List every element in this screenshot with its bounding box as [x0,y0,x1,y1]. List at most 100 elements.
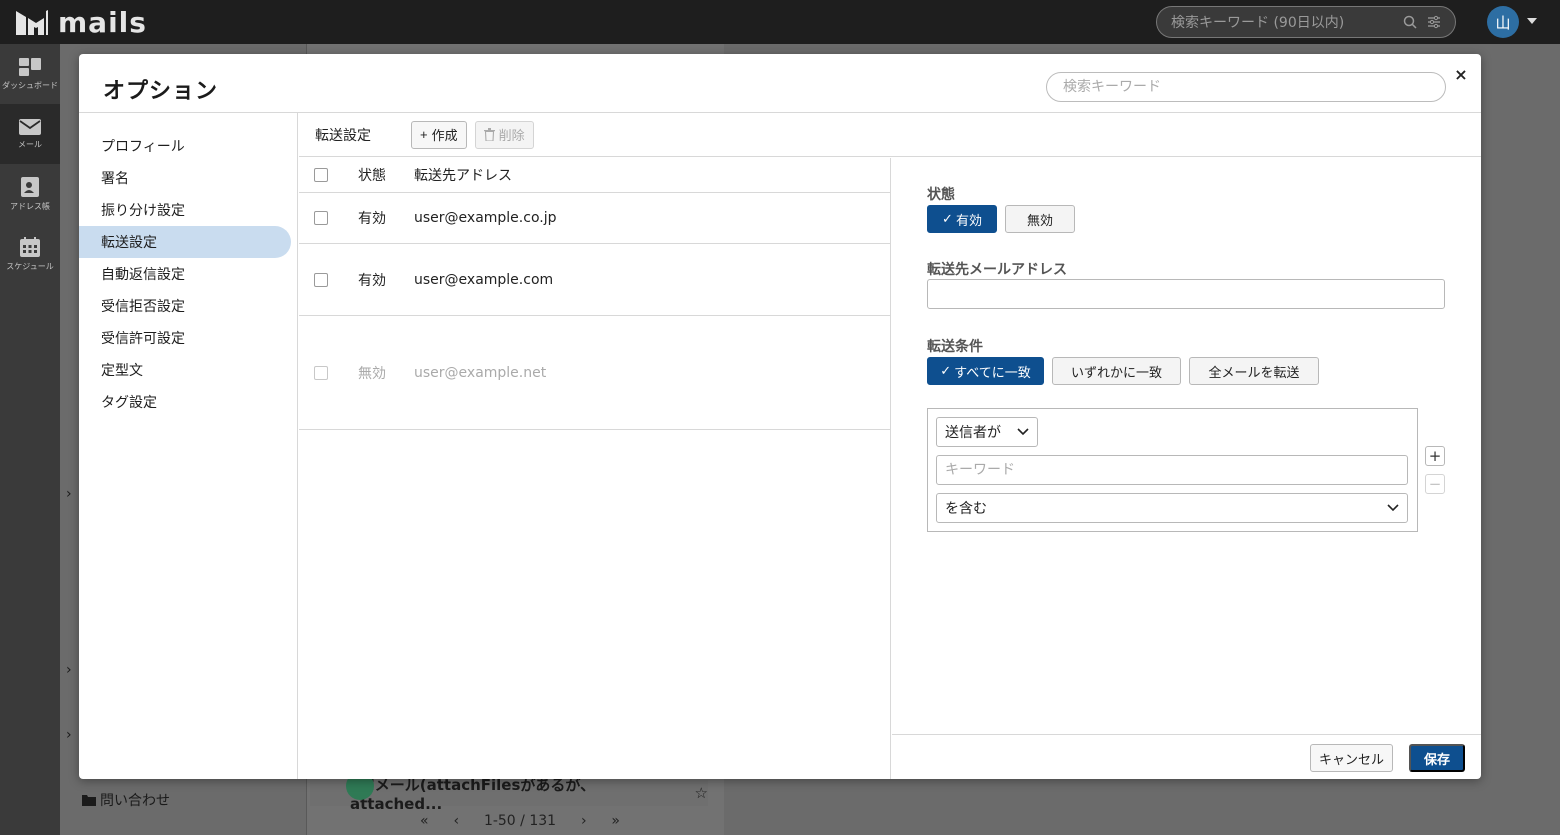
row-status: 無効 [358,365,386,382]
app-logo[interactable]: mails [16,6,147,39]
nav-item-sorting[interactable]: 振り分け設定 [79,194,291,226]
plus-icon: + [420,127,428,142]
status-on-label: 有効 [955,212,982,228]
logo-mark-icon [16,10,48,35]
search-icon[interactable] [1403,15,1417,29]
rail-label: スケジュール [6,261,54,271]
condition-forward-all-button[interactable]: 全メールを転送 [1189,357,1319,385]
list-header: 状態 転送先アドレス [299,158,890,193]
cancel-button[interactable]: キャンセル [1310,744,1393,772]
rule-field-select[interactable]: 送信者が [936,417,1038,447]
star-icon: ☆ [694,784,708,802]
chevron-down-icon [1017,428,1029,436]
status-toggle: ✓ 有効 無効 [927,205,1075,233]
rail-label: ダッシュボード [2,80,58,90]
forward-address-field[interactable] [927,279,1445,309]
row-address: user@example.com [414,271,554,288]
add-rule-button[interactable]: + [1425,446,1445,466]
left-rail: ダッシュボード メール アドレス帳 スケジュール [0,44,60,835]
rail-item-dashboard[interactable]: ダッシュボード [0,44,60,104]
forward-address-label: 転送先メールアドレス [927,262,1067,278]
row-status: 有効 [358,211,386,227]
global-search-input[interactable]: 検索キーワード (90日以内) [1156,6,1456,38]
rail-label: メール [18,139,42,149]
background-mail-row: cidメール(attachFilesがあるが、attached... ☆ [310,772,708,813]
options-search-input[interactable] [1046,72,1446,102]
page-range: 1-50 / 131 [483,813,557,829]
address-column-header: 転送先アドレス [414,168,512,184]
options-nav: プロフィール 署名 振り分け設定 転送設定 自動返信設定 受信拒否設定 受信許可… [79,113,298,779]
chevron-down-icon[interactable] [1527,18,1537,24]
user-avatar[interactable]: 山 [1487,6,1519,38]
save-button[interactable]: 保存 [1409,744,1465,772]
condition-any-button[interactable]: いずれかに一致 [1052,357,1181,385]
nav-item-forwarding[interactable]: 転送設定 [79,226,291,258]
rule-operator-value: を含む [945,501,987,517]
folder-icon [82,795,96,806]
condition-all-button[interactable]: ✓ すべてに一致 [927,357,1044,385]
dialog-title: オプション [103,79,219,104]
rail-item-address-book[interactable]: アドレス帳 [0,164,60,224]
row-address: user@example.co.jp [414,210,557,226]
check-icon: ✓ [940,363,952,378]
list-row[interactable]: 有効 user@example.co.jp [299,193,890,244]
rail-label: アドレス帳 [10,201,50,211]
background-folder: 問い合わせ [82,790,170,810]
row-address: user@example.net [414,364,547,381]
row-checkbox[interactable] [314,365,328,380]
create-label: 作成 [431,128,458,143]
row-checkbox[interactable] [314,272,328,287]
close-icon[interactable]: × [1451,64,1471,84]
section-title: 転送設定 [315,127,371,144]
chevron-right-icon: › [66,727,72,743]
nav-item-templates[interactable]: 定型文 [79,354,291,386]
top-bar: mails 検索キーワード (90日以内) 山 [0,0,1560,44]
check-icon: ✓ [942,211,953,226]
rail-item-schedule[interactable]: スケジュール [0,224,60,284]
status-label: 状態 [927,187,955,203]
rule-field-value: 送信者が [945,425,1001,441]
create-button[interactable]: + 作成 [411,120,467,149]
nav-item-block[interactable]: 受信拒否設定 [79,290,291,322]
address-book-icon [21,176,39,197]
next-page-icon: › [580,813,587,829]
forwarding-detail: 状態 ✓ 有効 無効 転送先メールアドレス 転送条件 ✓ すべてに一致 いずれか… [892,158,1481,779]
condition-all-label: すべてに一致 [954,364,1031,380]
rule-keyword-input[interactable] [936,455,1408,485]
nav-item-allow[interactable]: 受信許可設定 [79,322,291,354]
forwarding-panel: 転送設定 + 作成 削除 状態 転送先アドレス 有効 user@example.… [299,113,1481,779]
nav-item-tags[interactable]: タグ設定 [79,386,291,418]
filter-settings-icon[interactable] [1427,15,1441,29]
rule-operator-select[interactable]: を含む [936,493,1408,523]
forwarding-toolbar: 転送設定 + 作成 削除 [299,113,1481,157]
select-all-checkbox[interactable] [314,168,328,182]
list-row[interactable]: 有効 user@example.com [299,244,890,316]
rail-item-mail[interactable]: メール [0,104,60,164]
chevron-right-icon: › [66,486,72,502]
folder-label: 問い合わせ [100,793,170,809]
condition-rule-box: 送信者が を含む [927,408,1418,532]
chevron-right-icon: › [66,662,72,678]
first-page-icon: « [420,813,429,829]
list-row[interactable]: 無効 user@example.net [299,316,890,430]
delete-button[interactable]: 削除 [474,120,534,149]
remove-rule-button[interactable]: − [1425,474,1445,494]
prev-page-icon: ‹ [453,813,460,829]
status-on-button[interactable]: ✓ 有効 [927,205,997,233]
mail-subject: cidメール(attachFilesがあるが、attached... [350,775,596,813]
calendar-icon [20,236,40,257]
background-pager: « ‹ 1-50 / 131 › » [420,810,620,832]
dashboard-icon [19,57,41,76]
row-checkbox[interactable] [314,211,328,225]
nav-item-profile[interactable]: プロフィール [79,130,291,162]
nav-item-auto-reply[interactable]: 自動返信設定 [79,258,291,290]
dialog-header: オプション × [79,54,1481,113]
status-off-button[interactable]: 無効 [1005,205,1075,233]
options-dialog: オプション × プロフィール 署名 振り分け設定 転送設定 自動返信設定 受信拒… [79,54,1481,779]
condition-label: 転送条件 [927,339,983,355]
row-status: 有効 [358,272,386,289]
nav-item-signature[interactable]: 署名 [79,162,291,194]
delete-label: 削除 [498,128,525,143]
dialog-footer: キャンセル 保存 [892,734,1481,779]
mail-icon [19,118,41,135]
